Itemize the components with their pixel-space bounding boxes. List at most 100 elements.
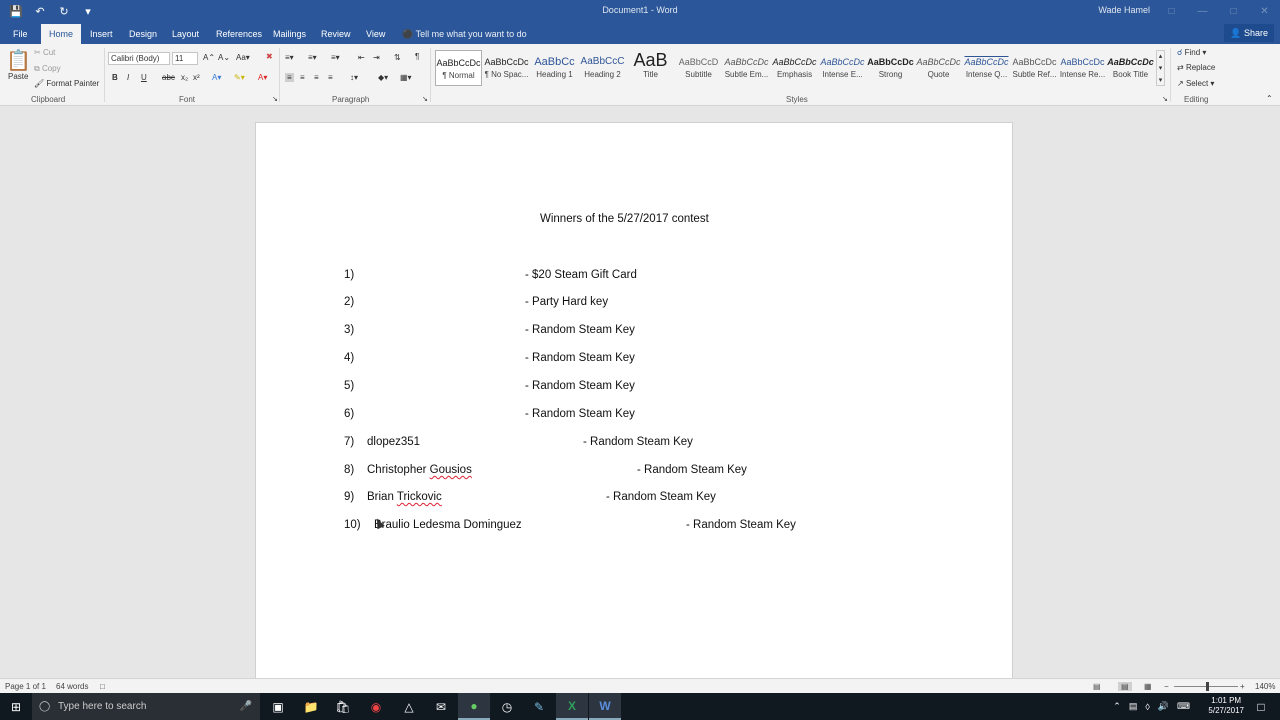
keyboard-icon[interactable]: ⌨ bbox=[1177, 701, 1190, 712]
store-icon[interactable]: 🛍 bbox=[327, 693, 359, 720]
tab-insert[interactable]: Insert bbox=[90, 24, 113, 44]
tab-review[interactable]: Review bbox=[321, 24, 351, 44]
paste-icon[interactable]: 📋 bbox=[6, 48, 31, 73]
numbering-icon[interactable]: ≡▾ bbox=[308, 53, 317, 62]
network-icon[interactable]: ▤ bbox=[1129, 701, 1138, 712]
excel-icon[interactable]: X bbox=[556, 693, 588, 720]
notifications-icon[interactable]: □ bbox=[1245, 693, 1277, 720]
print-layout-icon[interactable]: ▤ bbox=[1118, 682, 1132, 691]
ribbon-display-icon[interactable]: □ bbox=[1156, 0, 1187, 22]
tab-mailings[interactable]: Mailings bbox=[273, 24, 306, 44]
shading-icon[interactable]: ◆▾ bbox=[378, 73, 388, 82]
clear-formatting-icon[interactable]: ✖ bbox=[266, 52, 273, 61]
tell-me-box[interactable]: ⚫ Tell me what you want to do bbox=[402, 24, 527, 44]
highlight-icon[interactable]: ✎▾ bbox=[234, 73, 245, 82]
change-case-icon[interactable]: Aa▾ bbox=[236, 53, 250, 62]
italic-icon[interactable]: I bbox=[127, 73, 129, 82]
web-layout-icon[interactable]: ▦ bbox=[1144, 682, 1152, 691]
file-explorer-icon[interactable]: 📁 bbox=[295, 693, 327, 720]
font-color-icon[interactable]: A▾ bbox=[258, 73, 267, 82]
tab-home[interactable]: Home bbox=[41, 24, 82, 44]
styles-more-icon[interactable]: ▴ ▾ ▾ bbox=[1156, 50, 1165, 86]
windows-start-icon[interactable]: ⊞ bbox=[0, 693, 32, 720]
style-heading-1[interactable]: AaBbCc Heading 1 bbox=[531, 50, 578, 86]
word-icon[interactable]: W bbox=[589, 693, 621, 720]
sort-icon[interactable]: ⇅ bbox=[394, 53, 401, 62]
style-quote[interactable]: AaBbCcDc Quote bbox=[915, 50, 962, 86]
proofing-icon[interactable]: □ bbox=[100, 682, 105, 691]
shrink-font-icon[interactable]: A⌄ bbox=[218, 53, 230, 62]
line-spacing-icon[interactable]: ↕▾ bbox=[350, 73, 358, 82]
style-intense-emphasis[interactable]: AaBbCcDc Intense E... bbox=[819, 50, 866, 86]
copy-button[interactable]: ⧉ Copy bbox=[34, 64, 61, 74]
tab-file[interactable]: File bbox=[13, 24, 28, 44]
borders-icon[interactable]: ▦▾ bbox=[400, 73, 412, 82]
read-mode-icon[interactable]: ▤ bbox=[1093, 682, 1101, 691]
zoom-out-icon[interactable]: − bbox=[1164, 682, 1169, 691]
align-left-icon[interactable]: ≡ bbox=[285, 73, 294, 82]
volume-icon[interactable]: 🔊 bbox=[1158, 701, 1169, 712]
document-page[interactable]: Winners of the 5/27/2017 contest 1) - $2… bbox=[255, 122, 1013, 682]
chrome-icon[interactable]: ◉ bbox=[360, 693, 392, 720]
text-effects-icon[interactable]: A▾ bbox=[212, 73, 221, 82]
cut-button[interactable]: ✂ Cut bbox=[34, 48, 55, 57]
style-emphasis[interactable]: AaBbCcDc Emphasis bbox=[771, 50, 818, 86]
format-painter-button[interactable]: 🖌 Format Painter bbox=[34, 79, 99, 88]
tab-design[interactable]: Design bbox=[129, 24, 157, 44]
clock-app-icon[interactable]: ◷ bbox=[491, 693, 523, 720]
strikethrough-icon[interactable]: abc bbox=[162, 73, 175, 82]
font-name-combo[interactable]: Calibri (Body) bbox=[108, 52, 170, 65]
style-heading-2[interactable]: AaBbCcC Heading 2 bbox=[579, 50, 626, 86]
replace-button[interactable]: ⇄ Replace bbox=[1177, 63, 1215, 72]
justify-icon[interactable]: ≡ bbox=[328, 73, 333, 82]
mail-icon[interactable]: ✉ bbox=[425, 693, 457, 720]
share-button[interactable]: 👤 Share bbox=[1224, 24, 1274, 42]
minimize-icon[interactable]: — bbox=[1187, 0, 1218, 22]
superscript-icon[interactable]: x² bbox=[193, 73, 200, 82]
underline-icon[interactable]: U bbox=[141, 73, 147, 82]
maximize-icon[interactable]: □ bbox=[1218, 0, 1249, 22]
style-subtle-reference[interactable]: AaBbCcDc Subtle Ref... bbox=[1011, 50, 1058, 86]
styles-dialog-launcher-icon[interactable]: ↘ bbox=[1162, 95, 1168, 103]
word-count[interactable]: 64 words bbox=[56, 682, 88, 691]
taskbar-search[interactable]: ◯ Type here to search 🎤 bbox=[32, 693, 260, 720]
style-subtitle[interactable]: AaBbCcD Subtitle bbox=[675, 50, 722, 86]
zoom-slider-handle[interactable] bbox=[1206, 682, 1209, 691]
bullets-icon[interactable]: ≡▾ bbox=[285, 53, 294, 62]
tab-references[interactable]: References bbox=[216, 24, 262, 44]
notes-app-icon[interactable]: ✎ bbox=[523, 693, 555, 720]
style-title[interactable]: AaB Title bbox=[627, 50, 674, 86]
collapse-ribbon-icon[interactable]: ⌃ bbox=[1266, 94, 1273, 103]
android-app-icon[interactable]: ● bbox=[458, 693, 490, 720]
tab-layout[interactable]: Layout bbox=[172, 24, 199, 44]
style-subtle-emphasis[interactable]: AaBbCcDc Subtle Em... bbox=[723, 50, 770, 86]
font-dialog-launcher-icon[interactable]: ↘ bbox=[272, 95, 278, 103]
style-normal[interactable]: AaBbCcDc ¶ Normal bbox=[435, 50, 482, 86]
tab-view[interactable]: View bbox=[366, 24, 385, 44]
zoom-in-icon[interactable]: + bbox=[1240, 682, 1245, 691]
microphone-icon[interactable]: 🎤 bbox=[240, 693, 252, 720]
bluetooth-icon[interactable]: ◊ bbox=[1145, 702, 1149, 712]
find-button[interactable]: ☌ Find ▾ bbox=[1177, 48, 1206, 57]
bold-icon[interactable]: B bbox=[112, 73, 118, 82]
style-intense-reference[interactable]: AaBbCcDc Intense Re... bbox=[1059, 50, 1106, 86]
task-view-icon[interactable]: ▣ bbox=[262, 693, 294, 720]
style-no-spacing[interactable]: AaBbCcDc ¶ No Spac... bbox=[483, 50, 530, 86]
show-marks-icon[interactable]: ¶ bbox=[415, 52, 419, 61]
select-button[interactable]: ↗ Select ▾ bbox=[1177, 79, 1214, 88]
paragraph-dialog-launcher-icon[interactable]: ↘ bbox=[422, 95, 428, 103]
style-strong[interactable]: AaBbCcDc Strong bbox=[867, 50, 914, 86]
page-count[interactable]: Page 1 of 1 bbox=[5, 682, 46, 691]
increase-indent-icon[interactable]: ⇥ bbox=[373, 53, 380, 62]
taskbar-clock[interactable]: 1:01 PM 5/27/2017 bbox=[1208, 696, 1244, 716]
subscript-icon[interactable]: x₂ bbox=[181, 73, 188, 82]
align-center-icon[interactable]: ≡ bbox=[300, 73, 305, 82]
grow-font-icon[interactable]: A⌃ bbox=[203, 53, 215, 62]
paste-label[interactable]: Paste bbox=[8, 72, 28, 81]
style-book-title[interactable]: AaBbCcDc Book Title bbox=[1107, 50, 1154, 86]
zoom-level[interactable]: 140% bbox=[1255, 682, 1275, 691]
close-icon[interactable]: ✕ bbox=[1249, 0, 1280, 22]
vlc-icon[interactable]: △ bbox=[393, 693, 425, 720]
decrease-indent-icon[interactable]: ⇤ bbox=[358, 53, 365, 62]
multilevel-list-icon[interactable]: ≡▾ bbox=[331, 53, 340, 62]
